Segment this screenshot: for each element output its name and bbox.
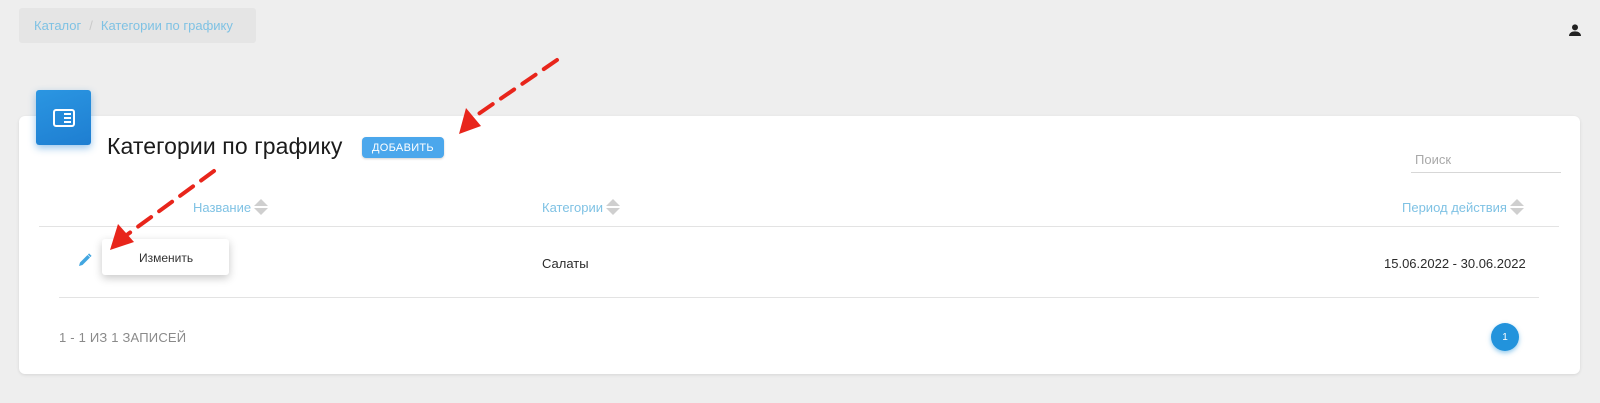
breadcrumb-schedule-categories[interactable]: Категории по графику [101,18,233,33]
row-divider [59,297,1539,298]
cell-category: Салаты [542,256,589,271]
sort-icon[interactable] [1509,198,1524,216]
search-input[interactable] [1411,146,1561,173]
column-header-name[interactable]: Название [193,198,269,216]
column-header-label: Период действия [1402,199,1507,215]
sort-icon[interactable] [606,198,620,216]
column-header-categories[interactable]: Категории [542,198,620,216]
breadcrumb: Каталог / Категории по графику [19,8,256,43]
tooltip-label: Изменить [139,251,194,265]
column-header-period[interactable]: Период действия [1402,198,1524,216]
sort-icon[interactable] [254,198,269,216]
records-count: 1 - 1 ИЗ 1 ЗАПИСЕЙ [59,330,187,345]
breadcrumb-catalog[interactable]: Каталог [34,18,81,33]
pencil-icon[interactable] [78,253,92,267]
person-icon[interactable] [1567,22,1583,38]
column-header-label: Название [193,199,252,215]
page-title: Категории по графику [107,133,343,159]
cell-period: 15.06.2022 - 30.06.2022 [1384,256,1526,271]
breadcrumb-separator: / [89,18,93,33]
page-button-1[interactable]: 1 [1491,323,1519,351]
catalog-icon [36,90,91,145]
column-header-label: Категории [542,199,603,215]
header-divider [39,226,1559,227]
add-button[interactable]: ДОБАВИТЬ [362,137,444,158]
edit-tooltip: Изменить [102,239,229,275]
